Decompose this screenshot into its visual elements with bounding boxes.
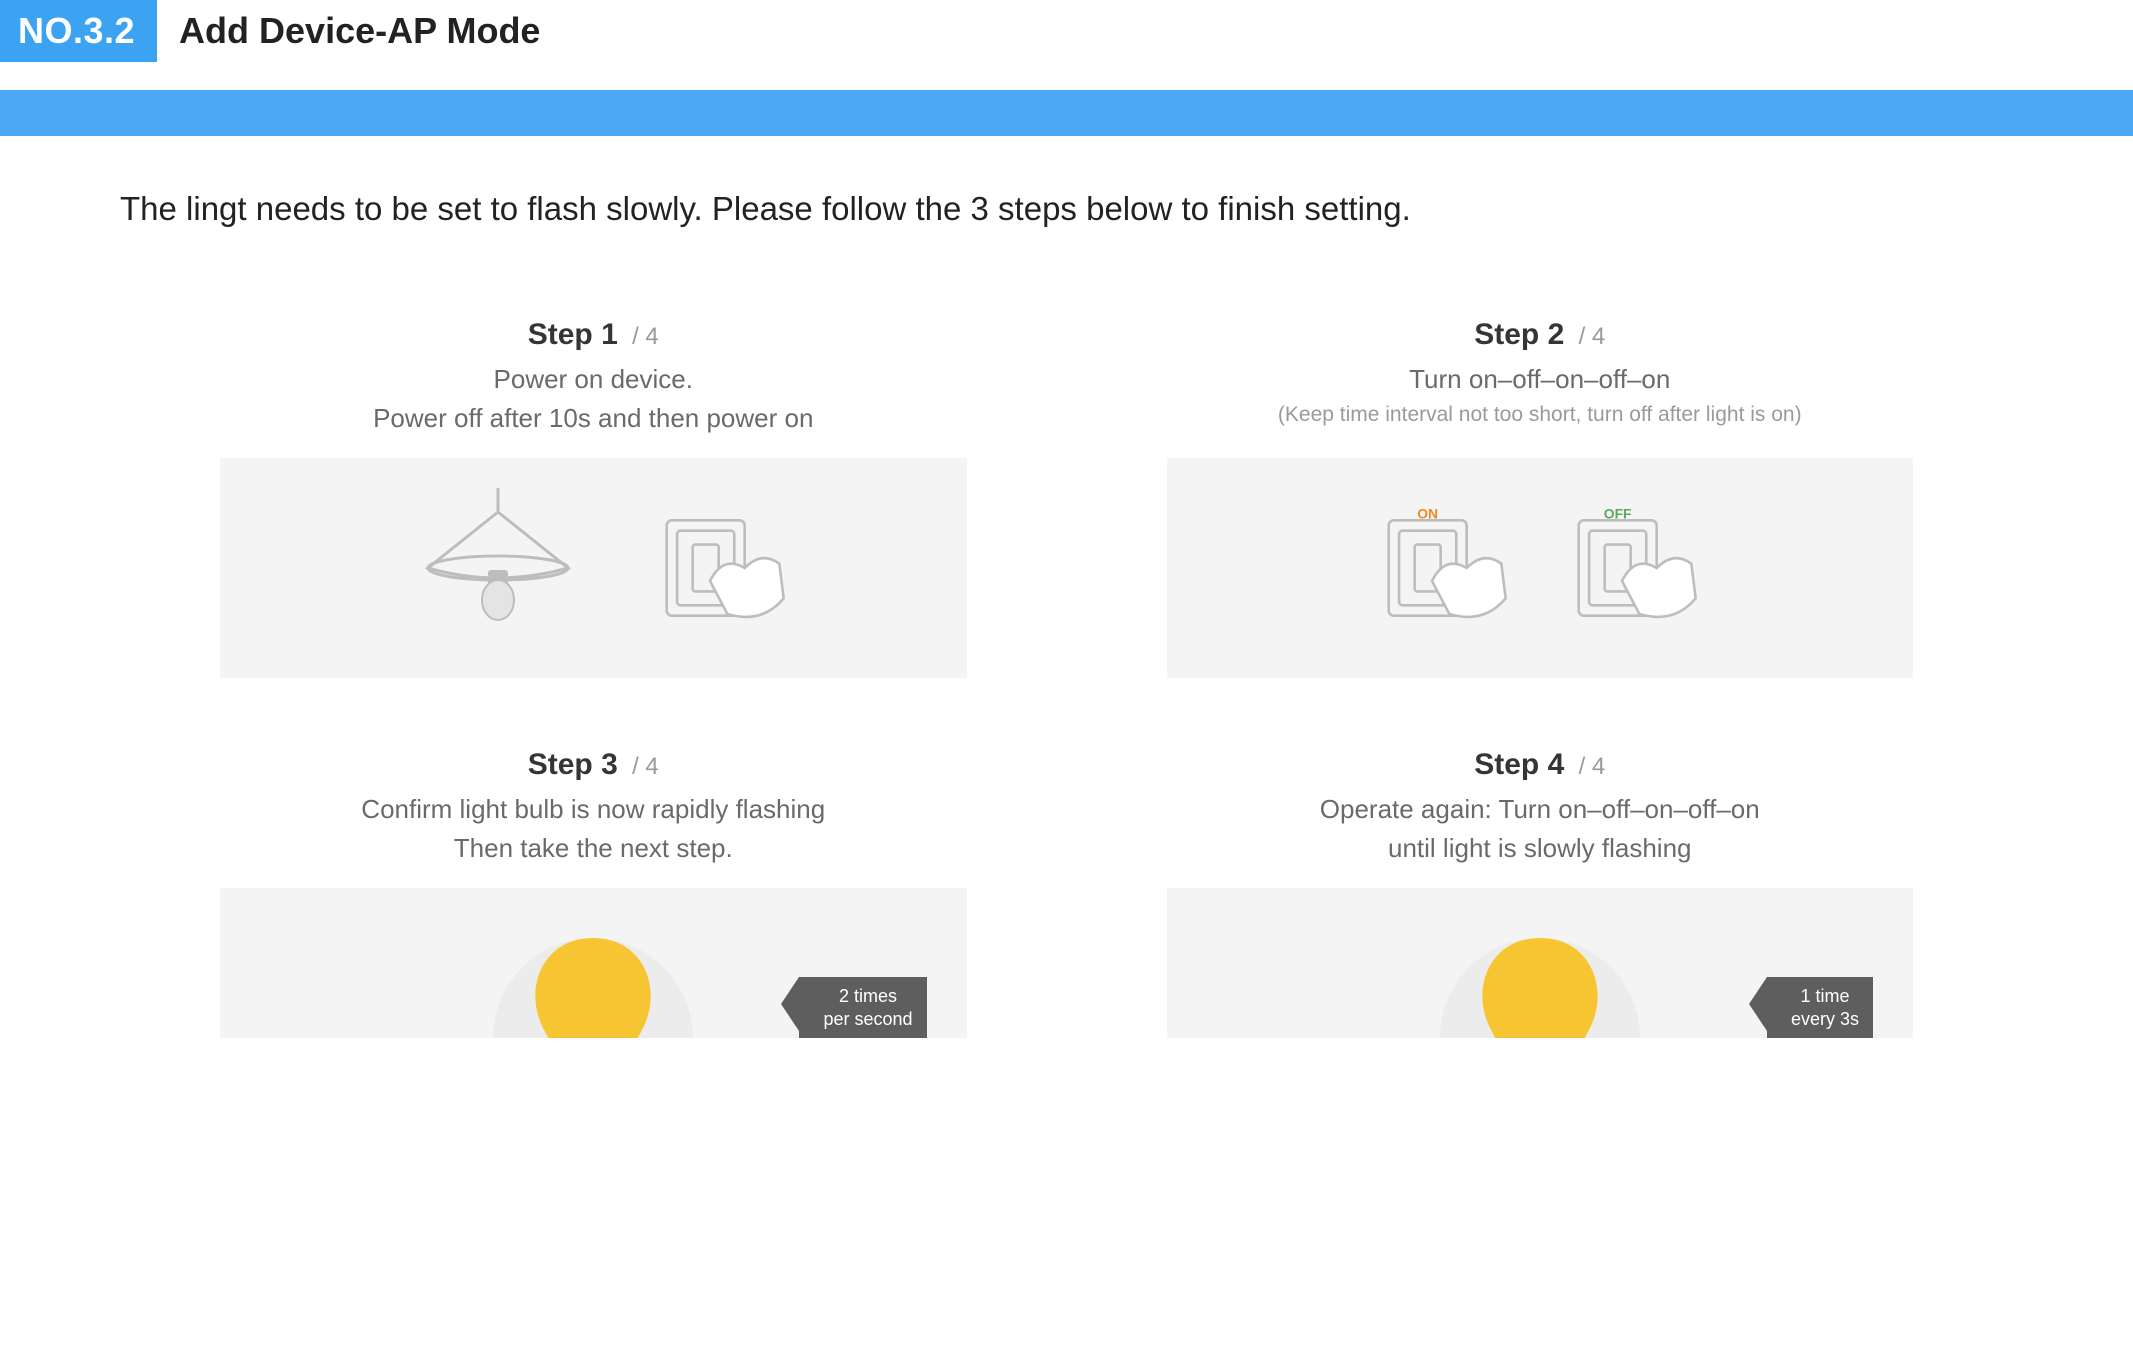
step-4-line2: until light is slowly flashing: [1167, 829, 1914, 868]
step-3-frequency-tag: 2 times per second: [799, 977, 926, 1038]
step-4-frequency-tag: 1 time every 3s: [1767, 977, 1873, 1038]
step-1-of: / 4: [632, 323, 659, 350]
lamp-icon: [398, 488, 598, 648]
switch-on-icon: ON: [1380, 503, 1510, 633]
step-1: Step 1 / 4 Power on device. Power off af…: [220, 318, 967, 678]
step-1-illustration: [220, 458, 967, 678]
step-3-tag-line2: per second: [823, 1008, 912, 1031]
section-title: Add Device-AP Mode: [179, 10, 540, 52]
divider-bar: [0, 90, 2133, 136]
switch-off-label: OFF: [1604, 506, 1632, 522]
step-4-illustration: 1 time every 3s: [1167, 888, 1914, 1038]
intro-text: The lingt needs to be set to flash slowl…: [120, 190, 2133, 228]
step-1-line1: Power on device.: [220, 360, 967, 399]
step-3-illustration: 2 times per second: [220, 888, 967, 1038]
step-2-of: / 4: [1579, 323, 1606, 350]
step-2-label: Step 2: [1474, 318, 1564, 351]
steps-grid: Step 1 / 4 Power on device. Power off af…: [220, 318, 1913, 1038]
step-2-line2: (Keep time interval not too short, turn …: [1167, 399, 1914, 431]
switch-icon: [658, 503, 788, 633]
step-2-illustration: ON OFF: [1167, 458, 1914, 678]
step-3: Step 3 / 4 Confirm light bulb is now rap…: [220, 748, 967, 1038]
step-4-label: Step 4: [1474, 748, 1564, 781]
step-4-tag-line1: 1 time: [1791, 985, 1859, 1008]
step-3-line2: Then take the next step.: [220, 829, 967, 868]
section-header: NO.3.2 Add Device-AP Mode: [0, 0, 2133, 62]
step-4-of: / 4: [1579, 753, 1606, 780]
switch-off-icon: OFF: [1570, 503, 1700, 633]
bulb-fast-icon: [483, 898, 703, 1038]
switch-on-label: ON: [1417, 506, 1438, 522]
step-3-tag-line1: 2 times: [823, 985, 912, 1008]
step-3-line1: Confirm light bulb is now rapidly flashi…: [220, 790, 967, 829]
bulb-slow-icon: [1430, 898, 1650, 1038]
step-1-desc: Power on device. Power off after 10s and…: [220, 360, 967, 440]
step-4-heading: Step 4 / 4: [1167, 748, 1914, 782]
step-3-desc: Confirm light bulb is now rapidly flashi…: [220, 790, 967, 870]
step-4-tag-line2: every 3s: [1791, 1008, 1859, 1031]
step-2-line1: Turn on–off–on–off–on: [1167, 360, 1914, 399]
step-3-of: / 4: [632, 753, 659, 780]
step-3-heading: Step 3 / 4: [220, 748, 967, 782]
step-2-heading: Step 2 / 4: [1167, 318, 1914, 352]
step-1-label: Step 1: [528, 318, 618, 351]
section-number-badge: NO.3.2: [0, 0, 157, 62]
step-4-line1: Operate again: Turn on–off–on–off–on: [1167, 790, 1914, 829]
step-2: Step 2 / 4 Turn on–off–on–off–on (Keep t…: [1167, 318, 1914, 678]
step-1-line2: Power off after 10s and then power on: [220, 399, 967, 438]
step-4-desc: Operate again: Turn on–off–on–off–on unt…: [1167, 790, 1914, 870]
step-3-label: Step 3: [528, 748, 618, 781]
step-2-desc: Turn on–off–on–off–on (Keep time interva…: [1167, 360, 1914, 440]
step-1-heading: Step 1 / 4: [220, 318, 967, 352]
step-4: Step 4 / 4 Operate again: Turn on–off–on…: [1167, 748, 1914, 1038]
